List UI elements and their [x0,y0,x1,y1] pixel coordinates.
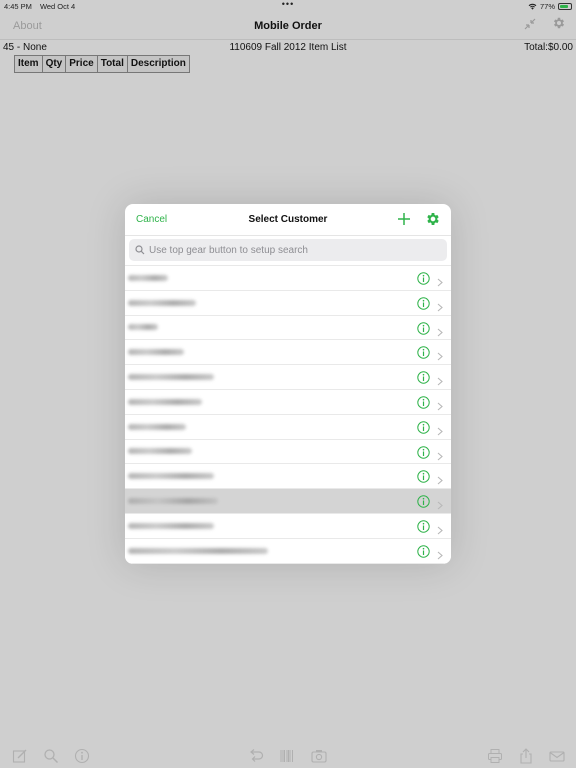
gear-icon[interactable] [425,211,441,227]
customer-list-item[interactable] [125,439,451,465]
battery-percent: 77% [539,1,555,11]
search-input[interactable]: Use top gear button to setup search [129,239,447,261]
multitasking-dots-icon[interactable]: ••• [282,0,294,9]
info-icon[interactable] [417,297,430,310]
share-icon[interactable] [518,748,534,764]
column-header-item: Item [15,56,43,72]
redacted-customer-name [128,274,168,281]
info-icon[interactable] [417,520,430,533]
wifi-icon [528,3,537,10]
page-title: Mobile Order [254,19,322,32]
search-icon [135,245,145,255]
customer-list-item[interactable] [125,266,451,291]
redacted-customer-name [128,448,192,455]
customer-list-item[interactable] [125,414,451,440]
redacted-customer-name [128,398,202,405]
info-icon[interactable] [417,321,430,335]
order-info-row: 45 - None 110609 Fall 2012 Item List Tot… [0,42,576,54]
chevron-right-icon [437,472,443,485]
search-icon[interactable] [43,748,59,764]
cancel-button[interactable]: Cancel [136,214,167,225]
customer-list-item[interactable] [125,513,451,539]
chevron-right-icon [437,398,443,411]
modal-header: Cancel Select Customer [125,204,451,236]
chevron-right-icon [437,448,443,460]
info-icon[interactable] [417,371,430,384]
chevron-right-icon [437,497,443,510]
chevron-right-icon [437,423,443,436]
order-table-header: Item Qty Price Total Description [14,55,190,73]
redacted-customer-name [128,498,218,505]
column-header-description: Description [127,56,189,72]
column-header-qty: Qty [42,56,67,72]
chevron-right-icon [437,373,443,386]
customer-list-item[interactable] [125,340,451,366]
customer-list-item[interactable] [125,538,451,564]
info-icon[interactable] [417,495,430,508]
info-icon[interactable] [417,445,430,459]
customer-list-item[interactable] [125,290,451,316]
info-icon[interactable] [417,421,430,434]
customer-list [125,266,451,564]
plus-icon[interactable] [397,210,411,228]
chevron-right-icon [437,547,443,560]
redacted-customer-name [128,522,214,529]
about-button[interactable]: About [13,20,42,32]
column-header-price: Price [66,56,98,72]
customer-list-item[interactable] [125,365,451,390]
select-customer-modal: Cancel Select Customer Use top gear butt… [125,204,451,564]
gear-icon[interactable] [552,16,566,35]
mail-icon[interactable] [549,748,565,764]
info-icon[interactable] [417,272,430,285]
navigation-bar: About Mobile Order [0,12,576,40]
chevron-right-icon [437,348,443,361]
customer-list-item[interactable] [125,464,451,490]
bottom-toolbar [0,744,576,768]
redacted-customer-name [128,547,268,554]
info-icon[interactable] [417,545,430,558]
redacted-customer-name [128,349,184,356]
search-bar-container: Use top gear button to setup search [125,236,451,266]
redacted-customer-name [128,299,196,306]
info-icon[interactable] [417,470,430,484]
status-bar: 4:45 PM Wed Oct 4 ••• 77% [0,0,576,12]
chevron-right-icon [437,522,443,535]
status-time: 4:45 PM [4,1,32,11]
camera-icon[interactable] [311,748,327,764]
redacted-customer-name [128,423,186,430]
chevron-right-icon [437,324,443,337]
battery-icon [558,2,572,10]
customer-list-item[interactable] [125,389,451,415]
status-date: Wed Oct 4 [39,1,76,11]
column-header-total: Total [97,56,128,72]
customer-list-item[interactable] [125,315,451,341]
redacted-customer-name [128,324,158,331]
info-icon[interactable] [417,396,430,409]
undo-icon[interactable] [248,748,264,764]
redacted-customer-name [128,374,214,381]
barcode-icon[interactable] [279,748,295,764]
compose-icon[interactable] [12,748,28,764]
search-placeholder: Use top gear button to setup search [149,244,308,256]
chevron-right-icon [437,274,443,287]
info-icon[interactable] [74,748,90,764]
item-list-label[interactable]: 110609 Fall 2012 Item List [0,42,576,53]
info-icon[interactable] [417,346,430,360]
chevron-right-icon [437,299,443,312]
print-icon[interactable] [487,748,503,764]
order-total: Total:$0.00 [524,42,573,53]
redacted-customer-name [128,473,214,480]
collapse-icon[interactable] [524,17,536,35]
customer-list-item[interactable] [125,489,451,514]
